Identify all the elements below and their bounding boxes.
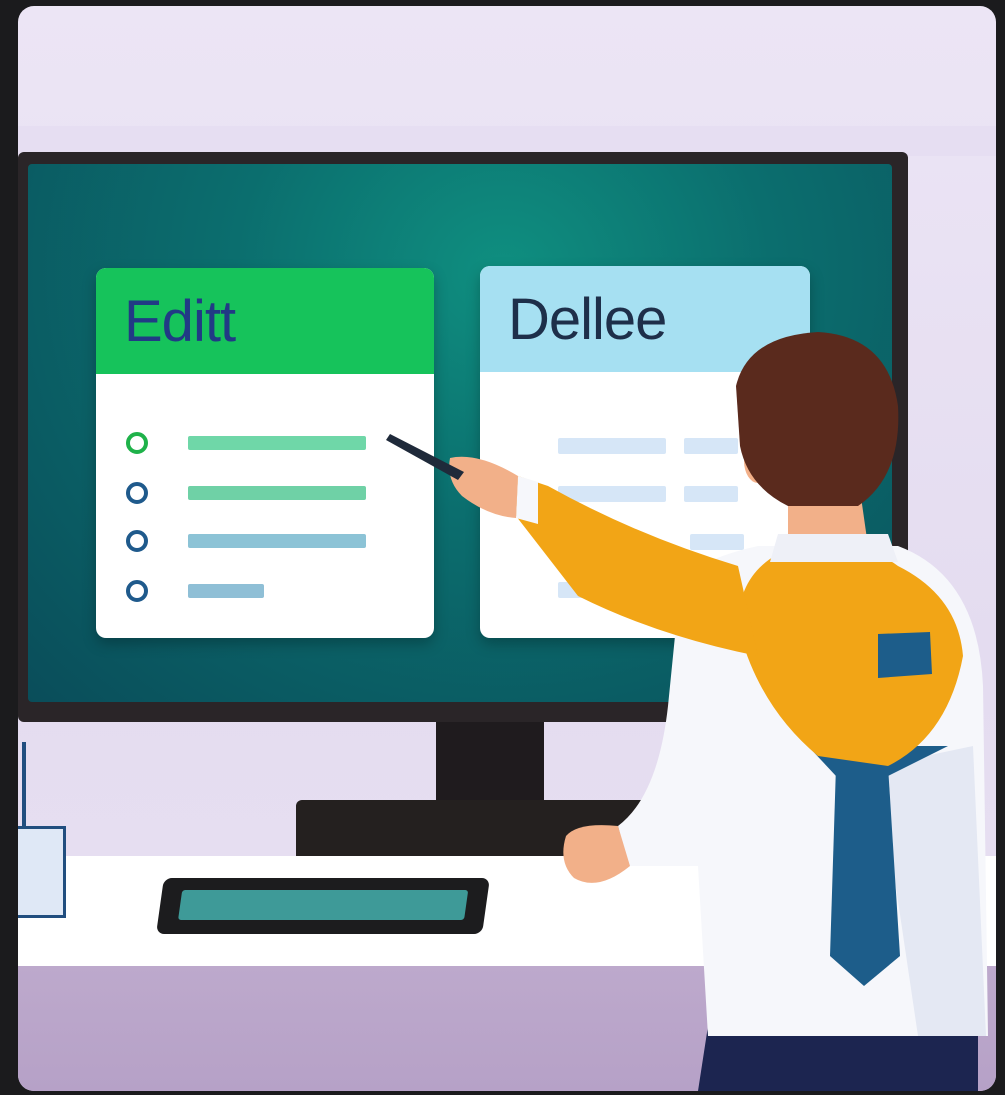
- list-item[interactable]: [126, 524, 366, 558]
- list-item[interactable]: [126, 476, 366, 510]
- delete-card-title: Dellee: [480, 266, 810, 372]
- radio-button[interactable]: [126, 432, 148, 454]
- edit-card-title: Editt: [96, 268, 434, 374]
- radio-button[interactable]: [126, 580, 148, 602]
- edit-card[interactable]: Editt: [96, 268, 434, 638]
- list-item[interactable]: [126, 426, 366, 460]
- text-placeholder-bar: [188, 436, 366, 450]
- monitor-base: [296, 800, 696, 858]
- pen-cup: [18, 826, 66, 918]
- text-placeholder-bar: [188, 534, 366, 548]
- illustration-frame: Editt Dellee: [18, 6, 996, 1091]
- text-placeholder-bar: [684, 438, 738, 454]
- pen: [22, 742, 26, 832]
- radio-button[interactable]: [126, 530, 148, 552]
- radio-button[interactable]: [126, 482, 148, 504]
- text-placeholder-bar: [690, 534, 744, 550]
- text-placeholder-bar: [558, 582, 608, 598]
- list-item[interactable]: [126, 574, 264, 608]
- desk-front: [18, 966, 996, 1091]
- text-placeholder-bar: [188, 486, 366, 500]
- collar-tie-knot: [808, 746, 948, 776]
- monitor-stand: [436, 722, 544, 808]
- delete-card[interactable]: Dellee: [480, 266, 810, 638]
- text-placeholder-bar: [188, 584, 264, 598]
- tablet-screen: [178, 890, 469, 920]
- text-placeholder-bar: [684, 486, 738, 502]
- text-placeholder-bar: [558, 486, 666, 502]
- tablet: [156, 878, 490, 934]
- text-placeholder-bar: [558, 438, 666, 454]
